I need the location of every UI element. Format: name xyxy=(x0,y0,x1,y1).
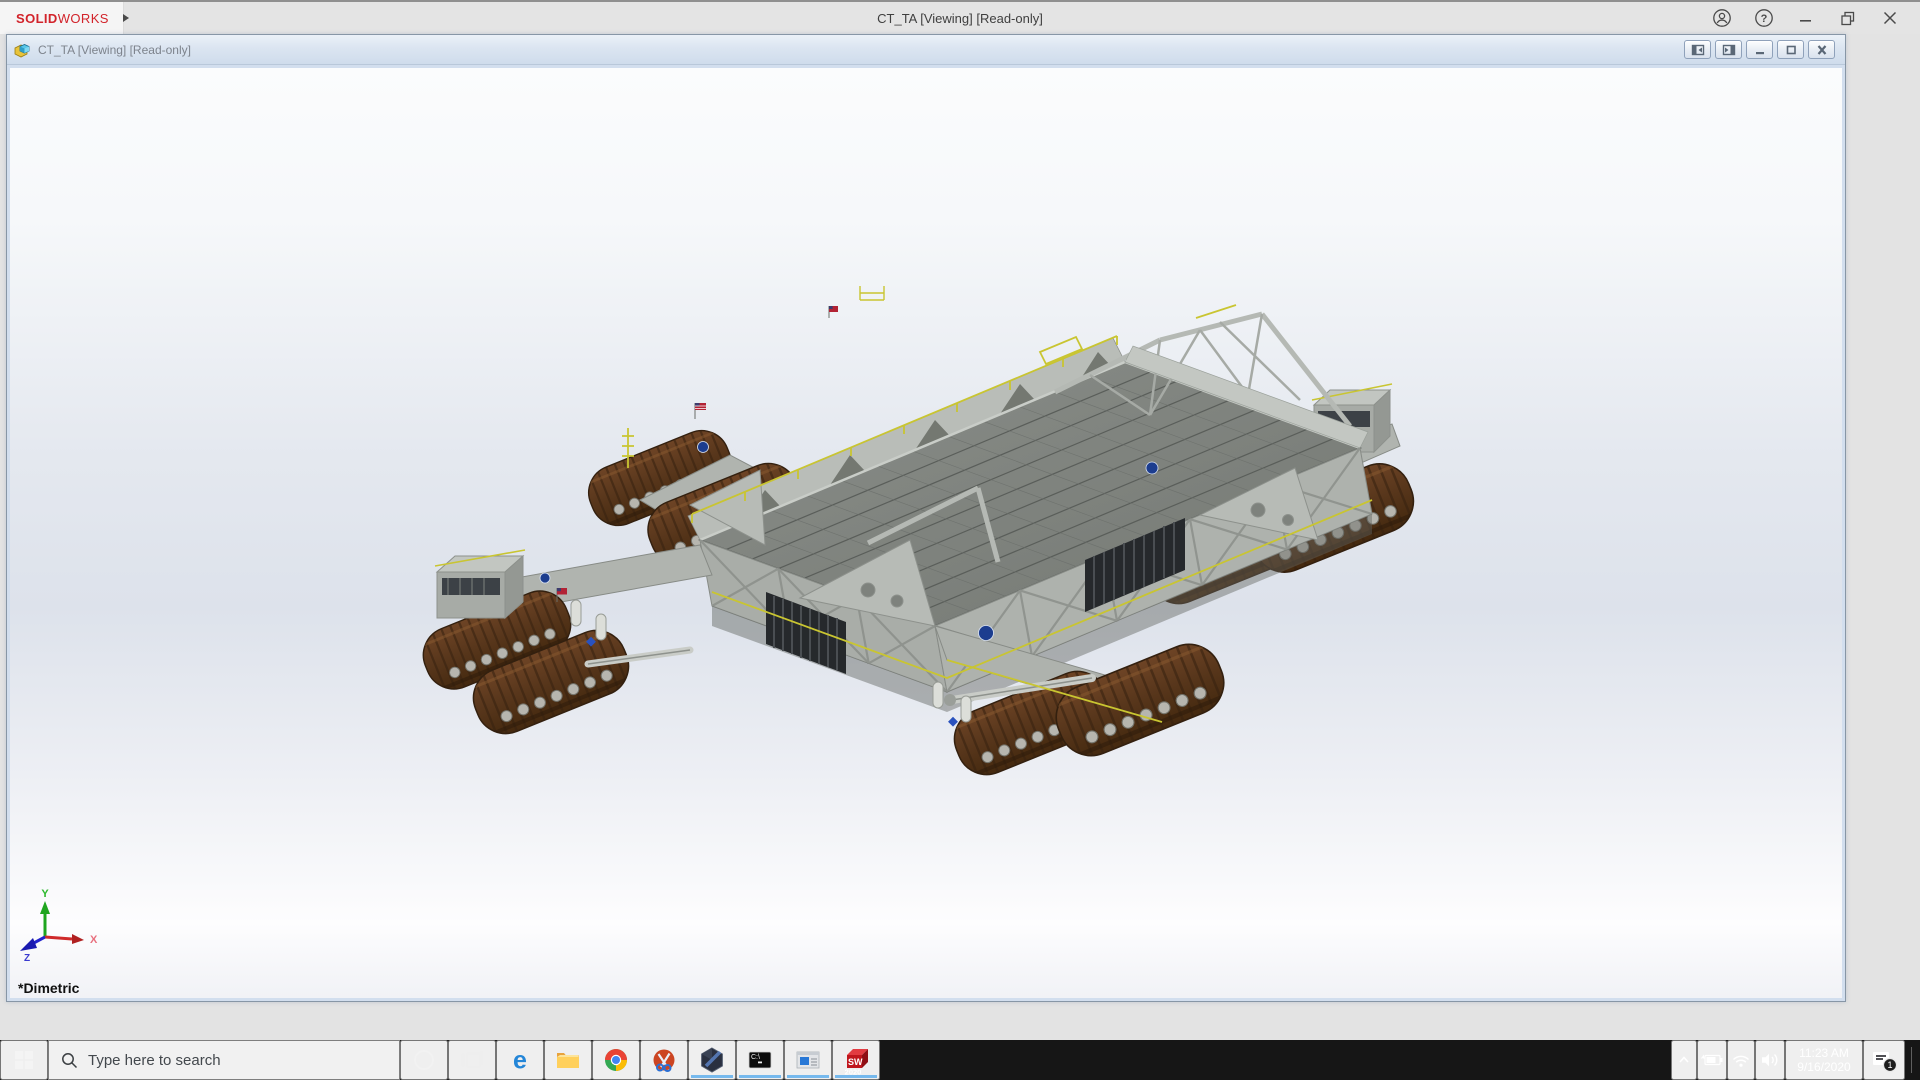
triad-z-label: Z xyxy=(24,953,30,964)
doc-minimize-icon xyxy=(1753,44,1767,56)
doc-minimize-button[interactable] xyxy=(1746,40,1773,59)
tray-battery-button[interactable] xyxy=(1697,1040,1727,1080)
taskbar-app-cortana[interactable] xyxy=(400,1040,448,1080)
tray-network-button[interactable] xyxy=(1727,1040,1755,1080)
windows-logo-icon xyxy=(15,1051,33,1069)
taskbar-app-edge[interactable]: e xyxy=(496,1040,544,1080)
crawler-transporter-model: Y X Z xyxy=(10,68,1842,998)
notification-badge: 1 xyxy=(1887,1060,1892,1070)
svg-text:SW: SW xyxy=(848,1057,863,1067)
edge-icon: e xyxy=(507,1047,533,1073)
remote-window-icon xyxy=(795,1047,821,1073)
taskbar-app-chrome[interactable] xyxy=(592,1040,640,1080)
solidworks-wordmark: SOLIDWORKS xyxy=(16,11,109,26)
system-tray: 11:23 AM 9/16/2020 1 xyxy=(1671,1040,1920,1080)
document-window: CT_TA [Viewing] [Read-only] xyxy=(6,34,1846,1002)
help-button[interactable]: ? xyxy=(1746,3,1782,33)
app-window-title: CT_TA [Viewing] [Read-only] xyxy=(0,11,1920,26)
tray-chevron-button[interactable] xyxy=(1671,1040,1697,1080)
battery-icon xyxy=(1701,1053,1723,1067)
assembly-document-icon xyxy=(13,42,31,58)
taskbar-app-remote-window[interactable] xyxy=(784,1040,832,1080)
document-window-controls xyxy=(1684,40,1839,59)
svg-text:2020: 2020 xyxy=(845,1068,862,1077)
account-icon xyxy=(1712,8,1732,28)
taskbar-app-task-view[interactable] xyxy=(448,1040,496,1080)
menu-expand-arrow-icon xyxy=(123,14,129,22)
view-orientation-label: *Dimetric xyxy=(18,980,79,996)
solidworks-menu-button[interactable]: SOLIDWORKS xyxy=(0,2,124,34)
taskbar-app-command-prompt[interactable]: C:\ xyxy=(736,1040,784,1080)
document-title: CT_TA [Viewing] [Read-only] xyxy=(38,43,191,57)
document-titlebar[interactable]: CT_TA [Viewing] [Read-only] xyxy=(7,35,1845,65)
search-placeholder: Type here to search xyxy=(88,1052,221,1069)
viewport-3d[interactable]: Y X Z *Dimetric xyxy=(10,68,1842,998)
search-icon xyxy=(61,1052,78,1069)
account-button[interactable] xyxy=(1704,3,1740,33)
close-icon xyxy=(1880,8,1900,28)
cortana-icon xyxy=(412,1048,436,1072)
snipping-tool-icon xyxy=(651,1047,677,1073)
chrome-icon xyxy=(603,1047,629,1073)
taskbar: Type here to search e xyxy=(0,1040,1920,1080)
taskbar-app-snipping-tool[interactable] xyxy=(640,1040,688,1080)
triad-x-label: X xyxy=(90,934,98,946)
search-input[interactable]: Type here to search xyxy=(48,1040,400,1080)
command-prompt-icon: C:\ xyxy=(747,1047,773,1073)
taskbar-app-solidworks[interactable]: SW 2020 xyxy=(832,1040,880,1080)
triad-y-label: Y xyxy=(41,888,49,900)
action-center-button[interactable]: 1 xyxy=(1863,1040,1905,1080)
minimize-icon xyxy=(1796,8,1816,28)
clock-date: 9/16/2020 xyxy=(1797,1060,1850,1074)
app-titlebar: SOLIDWORKS CT_TA [Viewing] [Read-only] ? xyxy=(0,0,1920,34)
hexagon-app-icon xyxy=(699,1047,725,1073)
doc-restore-icon xyxy=(1784,44,1798,56)
taskbar-app-hexagon[interactable] xyxy=(688,1040,736,1080)
tray-clock[interactable]: 11:23 AM 9/16/2020 xyxy=(1785,1040,1863,1080)
file-explorer-icon xyxy=(555,1047,581,1073)
clock-time: 11:23 AM xyxy=(1797,1046,1850,1060)
solidworks-2020-icon: SW 2020 xyxy=(842,1044,870,1076)
svg-text:e: e xyxy=(513,1047,527,1073)
doc-close-icon xyxy=(1815,44,1829,56)
pane-left-button[interactable] xyxy=(1684,40,1711,59)
cab-front-left[interactable] xyxy=(435,550,525,618)
task-view-icon xyxy=(460,1048,484,1072)
close-button[interactable] xyxy=(1872,3,1908,33)
orientation-triad: Y X Z xyxy=(20,888,98,964)
pane-left-icon xyxy=(1691,44,1705,56)
show-desktop-button[interactable] xyxy=(1912,1040,1920,1080)
speaker-icon xyxy=(1761,1052,1779,1068)
pane-right-icon xyxy=(1722,44,1736,56)
doc-close-button[interactable] xyxy=(1808,40,1835,59)
restore-button[interactable] xyxy=(1830,3,1866,33)
window-controls: ? xyxy=(1704,3,1920,33)
svg-text:C:\: C:\ xyxy=(751,1054,760,1061)
tray-volume-button[interactable] xyxy=(1755,1040,1785,1080)
wifi-icon xyxy=(1732,1053,1750,1067)
pane-right-button[interactable] xyxy=(1715,40,1742,59)
restore-icon xyxy=(1838,8,1858,28)
doc-restore-button[interactable] xyxy=(1777,40,1804,59)
notification-icon: 1 xyxy=(1869,1047,1899,1073)
chevron-up-icon xyxy=(1677,1055,1691,1065)
start-button[interactable] xyxy=(0,1040,48,1080)
taskbar-app-file-explorer[interactable] xyxy=(544,1040,592,1080)
svg-text:?: ? xyxy=(1761,13,1768,25)
help-icon: ? xyxy=(1754,8,1774,28)
minimize-button[interactable] xyxy=(1788,3,1824,33)
